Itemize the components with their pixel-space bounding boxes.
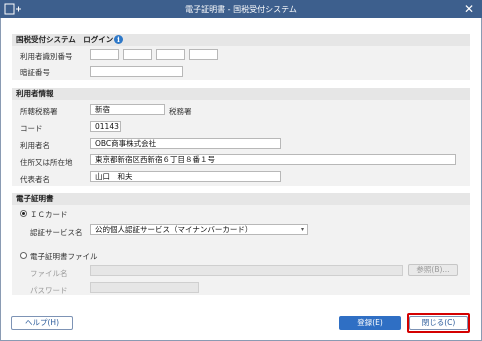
- window-title: 電子証明書 - 国税受付システム: [185, 5, 297, 14]
- tax-office-label: 所轄税務署: [20, 107, 58, 116]
- cert-file-radio[interactable]: [20, 252, 27, 259]
- user-section-title: 利用者情報: [16, 89, 54, 98]
- code-field[interactable]: 01143: [90, 121, 121, 132]
- tax-office-field[interactable]: 新宿: [90, 104, 165, 115]
- ic-card-label: ＩＣカード: [30, 210, 68, 219]
- tax-office-suffix: 税務署: [169, 107, 192, 116]
- user-name-field[interactable]: OBC商事株式会社: [90, 138, 281, 149]
- user-section-header: 利用者情報: [12, 88, 470, 100]
- auth-service-select[interactable]: 公的個人認証サービス（マイナンバーカード） ▾: [90, 224, 308, 235]
- title-bar: 電子証明書 - 国税受付システム ✕: [0, 0, 482, 18]
- user-name-label: 利用者名: [20, 141, 50, 150]
- login-section-title: 国税受付システム ログイン: [16, 35, 114, 44]
- cert-section-title: 電子証明書: [16, 194, 54, 203]
- register-button[interactable]: 登録(E): [339, 316, 401, 330]
- cert-file-label: 電子証明書ファイル: [30, 252, 98, 261]
- user-id-label: 利用者識別番号: [20, 52, 73, 61]
- close-icon[interactable]: ✕: [462, 2, 476, 16]
- user-id-field-2[interactable]: [123, 49, 152, 60]
- login-section-header: 国税受付システム ログイン: [12, 34, 470, 46]
- address-field[interactable]: 東京都新宿区西新宿６丁目８番１号: [90, 154, 456, 165]
- user-id-field-4[interactable]: [189, 49, 218, 60]
- help-button[interactable]: ヘルプ(H): [11, 316, 73, 330]
- password-field[interactable]: [90, 66, 183, 77]
- user-id-field-3[interactable]: [156, 49, 185, 60]
- close-button[interactable]: 閉じる(C): [409, 316, 468, 330]
- code-label: コード: [20, 124, 43, 133]
- auth-service-value: 公的個人認証サービス（マイナンバーカード）: [95, 225, 253, 234]
- info-icon[interactable]: i: [114, 35, 123, 44]
- representative-label: 代表者名: [20, 175, 50, 184]
- password-label: 暗証番号: [20, 68, 50, 77]
- browse-button[interactable]: 参照(B)...: [408, 264, 458, 276]
- representative-field[interactable]: 山口 和夫: [90, 171, 281, 182]
- chevron-down-icon: ▾: [300, 226, 304, 233]
- user-id-field-1[interactable]: [90, 49, 119, 60]
- login-section-body: [12, 46, 470, 80]
- ic-card-radio[interactable]: [20, 210, 27, 217]
- file-name-label: ファイル名: [30, 269, 68, 278]
- cert-section-header: 電子証明書: [12, 193, 470, 205]
- address-label: 住所又は所在地: [20, 158, 73, 167]
- file-name-field[interactable]: [90, 265, 403, 276]
- cert-password-label: パスワード: [30, 286, 68, 295]
- auth-service-label: 認証サービス名: [30, 228, 83, 237]
- cert-section-body: [12, 205, 470, 295]
- cert-password-field[interactable]: [90, 282, 199, 293]
